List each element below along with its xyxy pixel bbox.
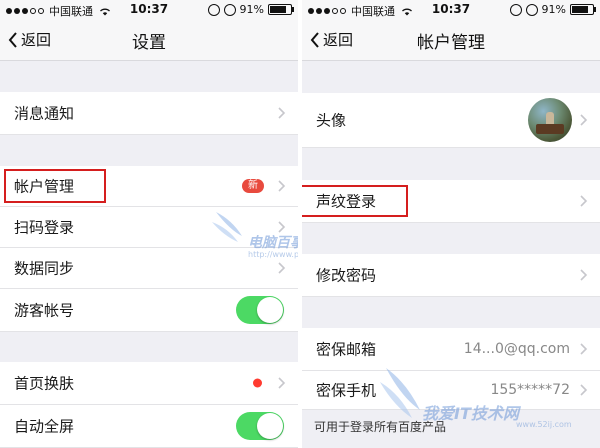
chevron-right-icon bbox=[278, 377, 286, 389]
rotation-lock-icon bbox=[509, 3, 522, 16]
row-home-skin[interactable]: 首页换肤 bbox=[0, 362, 298, 405]
row-data-sync[interactable]: 数据同步 bbox=[0, 248, 298, 289]
battery-fill bbox=[270, 6, 286, 13]
alarm-icon bbox=[223, 3, 236, 16]
row-label: 密保手机 bbox=[316, 381, 377, 400]
new-badge: 新 bbox=[242, 179, 264, 193]
toggle-knob bbox=[257, 297, 283, 323]
row-label: 扫码登录 bbox=[14, 218, 75, 237]
rotation-lock-icon bbox=[207, 3, 220, 16]
row-account-management[interactable]: 帐户管理 新 bbox=[0, 166, 298, 207]
row-scan-login[interactable]: 扫码登录 bbox=[0, 207, 298, 248]
row-label: 密保邮箱 bbox=[316, 340, 377, 359]
row-label: 自动全屏 bbox=[14, 417, 75, 436]
row-guest-account: 游客帐号 bbox=[0, 289, 298, 332]
row-label: 帐户管理 bbox=[14, 177, 75, 196]
row-label: 数据同步 bbox=[14, 259, 75, 278]
status-bar: 中国联通 10:37 91% bbox=[0, 0, 298, 20]
chevron-right-icon bbox=[580, 195, 588, 207]
chevron-right-icon bbox=[580, 269, 588, 281]
autofull-toggle[interactable] bbox=[236, 412, 284, 440]
row-voice-login[interactable]: 声纹登录 bbox=[302, 180, 600, 223]
avatar bbox=[528, 98, 572, 142]
row-notifications[interactable]: 消息通知 bbox=[0, 92, 298, 135]
status-bar: 中国联通 10:37 91% bbox=[302, 0, 600, 20]
account-management-screen: 中国联通 10:37 91% 返回 帐户管理 头像 声纹登录 修改密码 密保邮箱… bbox=[302, 0, 600, 448]
row-label: 头像 bbox=[316, 111, 347, 130]
chevron-right-icon bbox=[278, 221, 286, 233]
alarm-icon bbox=[525, 3, 538, 16]
battery-percent: 91% bbox=[541, 3, 566, 16]
chevron-right-icon bbox=[580, 384, 588, 396]
footnote: 可用于登录所有百度产品 bbox=[314, 420, 447, 434]
row-change-password[interactable]: 修改密码 bbox=[302, 254, 600, 297]
guest-toggle[interactable] bbox=[236, 296, 284, 324]
chevron-right-icon bbox=[278, 262, 286, 274]
page-title: 帐户管理 bbox=[417, 33, 485, 53]
row-label: 首页换肤 bbox=[14, 374, 75, 393]
settings-screen: 中国联通 10:37 91% 返回 设置 消息通知 帐户管理 新 扫码登录 数据… bbox=[0, 0, 298, 448]
chevron-right-icon bbox=[278, 180, 286, 192]
row-label: 消息通知 bbox=[14, 104, 75, 123]
battery-percent: 91% bbox=[239, 3, 264, 16]
row-secure-email[interactable]: 密保邮箱 14...0@qq.com bbox=[302, 328, 600, 371]
battery-fill bbox=[572, 6, 588, 13]
page-title: 设置 bbox=[132, 33, 166, 53]
row-auto-fullscreen: 自动全屏 bbox=[0, 405, 298, 448]
row-avatar[interactable]: 头像 bbox=[302, 93, 600, 148]
row-label: 游客帐号 bbox=[14, 301, 75, 320]
chevron-right-icon bbox=[278, 107, 286, 119]
secure-phone-value: 155*****72 bbox=[490, 382, 570, 398]
nav-bar: 返回 帐户管理 bbox=[302, 20, 600, 61]
secure-email-value: 14...0@qq.com bbox=[463, 341, 570, 357]
toggle-knob bbox=[257, 413, 283, 439]
nav-bar: 返回 设置 bbox=[0, 20, 298, 61]
chevron-right-icon bbox=[580, 343, 588, 355]
row-label: 声纹登录 bbox=[316, 192, 377, 211]
battery-icon bbox=[268, 4, 294, 15]
row-label: 修改密码 bbox=[316, 266, 377, 285]
chevron-right-icon bbox=[580, 114, 588, 126]
red-dot-icon bbox=[253, 378, 262, 388]
battery-icon bbox=[570, 4, 596, 15]
row-secure-phone[interactable]: 密保手机 155*****72 bbox=[302, 371, 600, 410]
